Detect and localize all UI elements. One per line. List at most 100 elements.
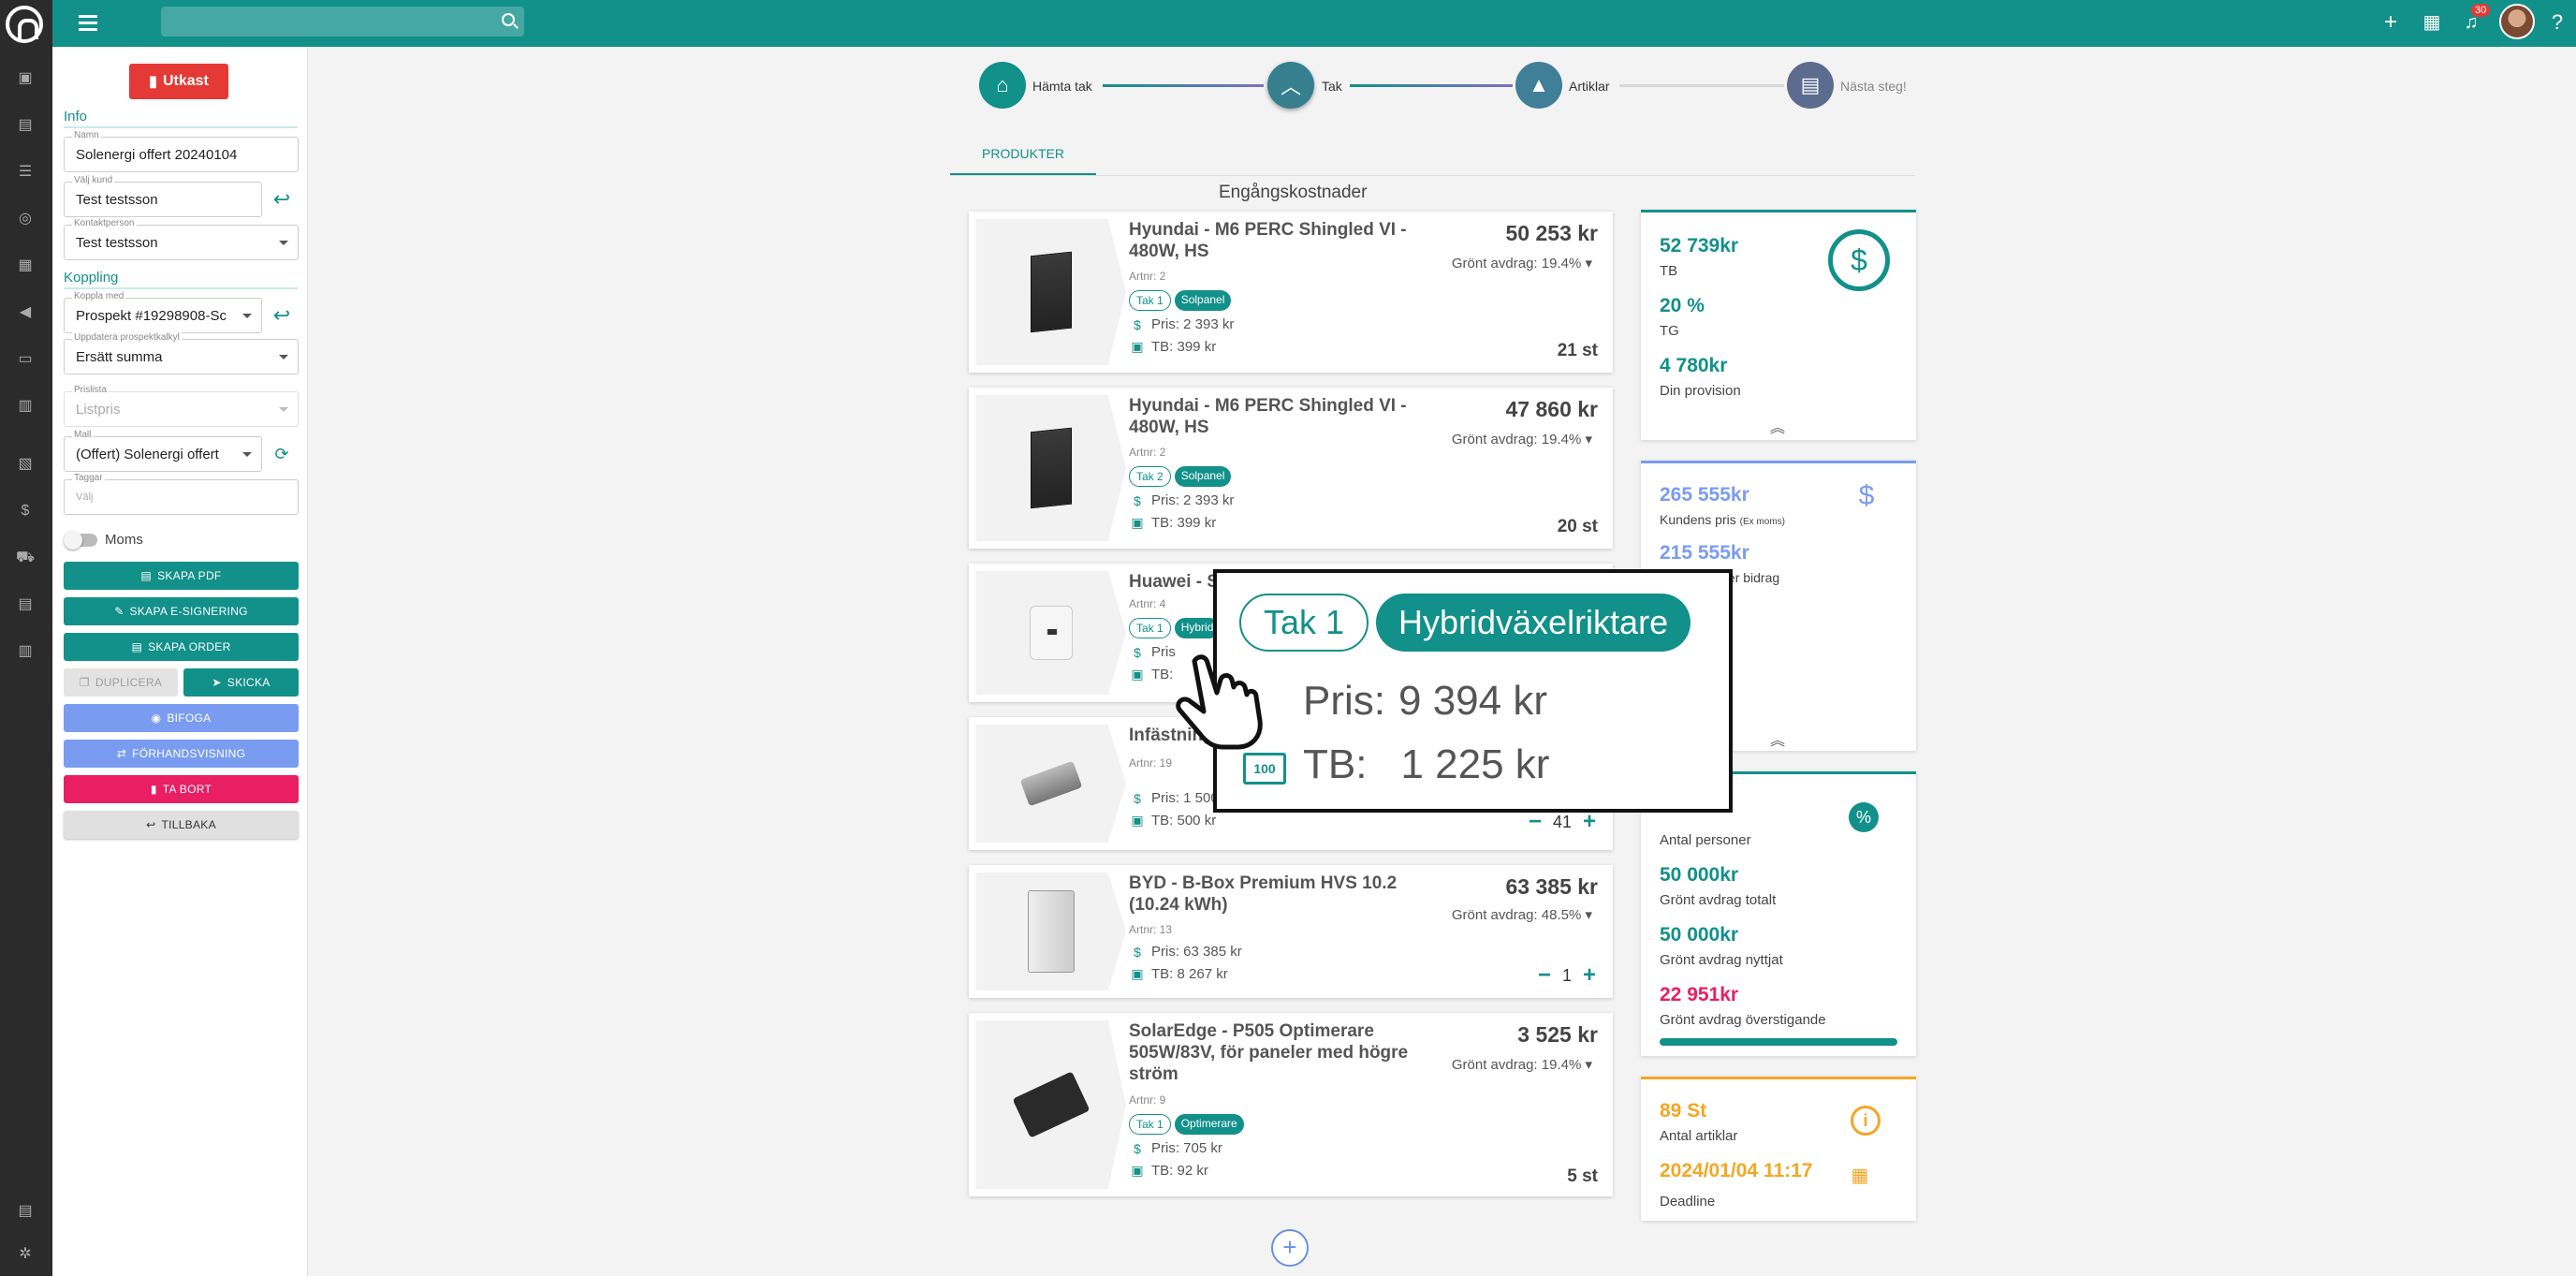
quantity-stepper[interactable]: − 41 + [1529,809,1596,835]
link-with-select[interactable]: Koppla med Prospekt #19298908-Sc [64,291,262,333]
plus-icon[interactable]: + [2378,9,2404,36]
product-card[interactable]: Hyundai - M6 PERC Shingled VI - 480W, HS… [969,388,1613,549]
home-icon[interactable]: ▣ [16,69,35,88]
table-icon[interactable]: ☰ [16,163,35,182]
price-text: Pris: 705 kr [1151,1140,1222,1156]
tb-text: TB: 500 kr [1151,813,1217,829]
megaphone-icon[interactable]: ◀ [16,303,35,322]
product-name: Hyundai - M6 PERC Shingled VI - 480W, HS [1129,220,1407,261]
pdf-icon[interactable]: ▥ [16,642,35,661]
step-connector [1619,84,1784,87]
green-deduction-kpi-card: Antal personer 50 000kr Grönt avdrag tot… [1641,771,1916,1056]
preview-button[interactable]: ⇄ FÖRHANDSVISNING [64,740,299,768]
document-icon[interactable]: ▤ [16,116,35,135]
dollar-icon[interactable]: $ [16,502,35,521]
avatar[interactable] [2499,4,2535,39]
green-over-label: Grönt avdrag överstigande [1660,1012,1826,1028]
chevron-down-icon [242,314,252,318]
template-select[interactable]: Mall (Offert) Solenergi offert [64,430,262,472]
step-fetch-roof[interactable]: ⌂ [979,62,1026,109]
send-button[interactable]: ➤ SKICKA [183,668,299,697]
create-order-button[interactable]: ▤ SKAPA ORDER [64,633,299,661]
draft-status-button[interactable]: ▮ Utkast [129,64,228,99]
link-arrow-icon[interactable]: ↩ [271,189,292,210]
vat-toggle[interactable] [64,531,97,550]
minus-button[interactable]: − [1538,962,1551,989]
tab-products[interactable]: PRODUKTER [950,142,1096,176]
search-input[interactable] [161,7,524,37]
zoom-callout: Tak 1 Hybridväxelriktare Pris: 9 394 kr 1… [1213,569,1733,813]
add-product-button[interactable]: + [1271,1229,1309,1267]
step-articles[interactable]: ▲ [1515,62,1562,109]
list-icon[interactable]: ▦ [16,257,35,275]
calendar-icon[interactable]: ▥ [16,397,35,416]
report-icon[interactable]: ▤ [16,595,35,614]
chevron-down-icon [242,452,252,457]
price-text: Pris: 63 385 kr [1151,944,1242,960]
chevron-down-icon [279,241,288,245]
pricelist-select[interactable]: Prislista Listpris [64,385,299,427]
inbox-icon[interactable]: ▭ [16,350,35,369]
one-time-costs-heading: Engångskostnader [1219,183,1368,202]
vat-label: Moms [105,532,143,548]
product-image [976,725,1126,843]
step-roof[interactable]: ︿ [1267,62,1314,109]
cart-icon[interactable]: ⛟ [16,549,35,567]
roof-tag: Tak 2 [1129,466,1171,487]
category-tag: Solpanel [1174,290,1232,311]
product-card[interactable]: Hyundai - M6 PERC Shingled VI - 480W, HS… [969,212,1613,373]
step-label: Artiklar [1569,79,1610,94]
back-button[interactable]: ↩ TILLBAKA [64,811,299,839]
update-prospect-select[interactable]: Uppdatera prospektkalkyl Ersätt summa [64,332,299,374]
green-deduction-select[interactable]: Grönt avdrag: 19.4% ▾ [1452,431,1592,447]
eye-icon: ◉ [151,711,162,725]
product-card[interactable]: SolarEdge - P505 Optimerare 505W/83V, fö… [969,1013,1613,1196]
settings-icon[interactable]: ✲ [16,1245,35,1264]
app-logo[interactable] [6,6,43,43]
files-icon[interactable]: ▧ [16,455,35,474]
contact-select[interactable]: Kontaktperson Test testsson [64,218,299,260]
money-icon: ▣ [1131,966,1144,981]
link-arrow-icon[interactable]: ↩ [271,305,292,326]
doc-icon[interactable]: ▤ [16,1202,35,1221]
back-arrow-icon: ↩ [146,818,156,831]
product-card[interactable]: BYD - B-Box Premium HVS 10.2 (10.24 kWh)… [969,865,1613,998]
category-tag: Optimerare [1174,1114,1244,1135]
swap-icon: ⇄ [116,747,127,760]
green-deduction-select[interactable]: Grönt avdrag: 19.4% ▾ [1452,255,1592,271]
green-used-value: 50 000kr [1660,924,1739,946]
create-esign-button[interactable]: ✎ SKAPA E-SIGNERING [64,597,299,625]
delete-button[interactable]: ▮ TA BORT [64,775,299,803]
refresh-icon[interactable]: ⟳ [271,444,292,464]
green-total-label: Grönt avdrag totalt [1660,892,1777,908]
collapse-icon[interactable]: ︽ [1770,727,1785,750]
document-icon: ▮ [149,74,157,90]
collapse-icon[interactable]: ︽ [1770,415,1785,437]
green-total-value: 50 000kr [1660,864,1739,886]
article-number: Artnr: 19 [1129,756,1173,770]
send-icon: ➤ [212,676,222,689]
chevron-down-icon [279,407,288,412]
duplicate-button[interactable]: ❐ DUPLICERA [64,668,178,697]
customer-field[interactable]: Välj kund Test testsson [64,175,262,217]
article-number: Artnr: 13 [1129,923,1173,936]
attach-button[interactable]: ◉ BIFOGA [64,704,299,732]
calendar-icon[interactable]: ▦ [1849,1164,1871,1186]
create-pdf-button[interactable]: ▤ SKAPA PDF [64,562,299,590]
quantity-stepper[interactable]: − 1 + [1538,962,1596,989]
green-deduction-select[interactable]: Grönt avdrag: 48.5% ▾ [1452,906,1592,923]
green-deduction-select[interactable]: Grönt avdrag: 19.4% ▾ [1452,1056,1592,1073]
step-next[interactable]: ▤ [1787,62,1834,109]
persons-label: Antal personer [1660,832,1751,848]
price-line-zoomed: Pris: 9 394 kr [1303,678,1547,724]
tags-input[interactable]: Taggar Välj [64,473,299,515]
headset-icon[interactable]: ◎ [16,210,35,228]
plus-button[interactable]: + [1583,962,1596,989]
help-icon[interactable]: ? [2544,9,2570,36]
plus-button[interactable]: + [1583,809,1596,835]
minus-button[interactable]: − [1529,809,1542,835]
name-field[interactable]: Namn Solenergi offert 20240104 [64,130,299,172]
document-icon: ▤ [131,640,143,653]
menu-icon[interactable] [79,11,105,36]
calendar-icon[interactable]: ▦ [2419,9,2445,36]
